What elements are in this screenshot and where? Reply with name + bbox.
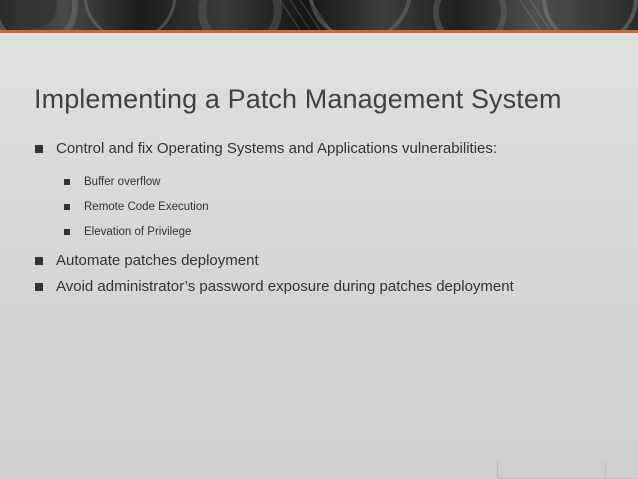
- sub-bullet-text: Elevation of Privilege: [84, 226, 192, 238]
- bullet-text: Control and fix Operating Systems and Ap…: [56, 140, 498, 157]
- slide: Implementing a Patch Management System C…: [0, 0, 638, 479]
- sub-bullet-text: Buffer overflow: [84, 176, 161, 188]
- bullet-text: Avoid administrator’s password exposure …: [56, 278, 514, 295]
- square-bullet-icon: [64, 204, 70, 210]
- bullet-item: Avoid administrator’s password exposure …: [34, 278, 624, 296]
- sub-bullet-text: Remote Code Execution: [84, 201, 209, 213]
- square-bullet-icon: [64, 179, 70, 185]
- footer-divider: [0, 461, 638, 479]
- accent-rule: [0, 30, 638, 33]
- square-bullet-icon: [35, 257, 43, 265]
- footer-divider-line: [605, 461, 606, 479]
- slide-title: Implementing a Patch Management System: [34, 84, 562, 114]
- sub-bullet-item: Elevation of Privilege: [34, 225, 624, 239]
- gears-photo-icon: [0, 0, 638, 30]
- bullet-text: Automate patches deployment: [56, 252, 259, 269]
- sub-bullet-item: Remote Code Execution: [34, 200, 624, 214]
- square-bullet-icon: [64, 229, 70, 235]
- bullet-list: Control and fix Operating Systems and Ap…: [34, 140, 624, 296]
- sub-bullet-item: Buffer overflow: [34, 175, 624, 189]
- square-bullet-icon: [35, 283, 43, 291]
- square-bullet-icon: [35, 145, 43, 153]
- header-image: [0, 0, 638, 30]
- footer-divider-line: [497, 461, 498, 479]
- bullet-item: Automate patches deployment: [34, 252, 624, 270]
- bullet-item: Control and fix Operating Systems and Ap…: [34, 140, 624, 158]
